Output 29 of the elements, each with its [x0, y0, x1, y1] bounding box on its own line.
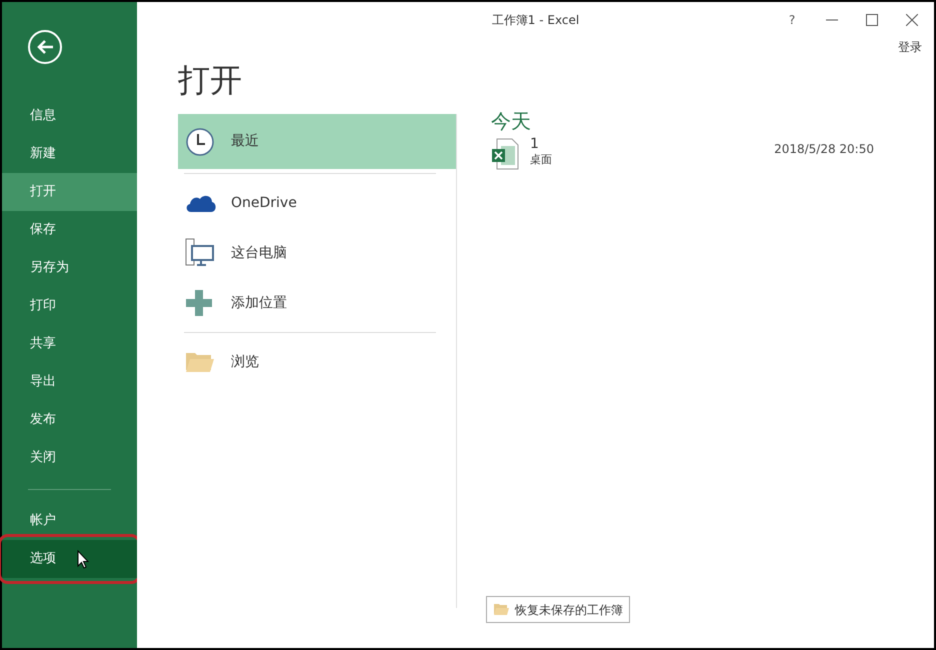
- sidebar-item[interactable]: 打开: [2, 173, 137, 211]
- maximize-icon[interactable]: [866, 14, 878, 26]
- recent-file-item[interactable]: 1 桌面 2018/5/28 20:50: [491, 136, 874, 170]
- place-item[interactable]: 这台电脑: [178, 228, 456, 278]
- folder-icon: [493, 603, 509, 616]
- place-item[interactable]: 浏览: [178, 337, 456, 387]
- help-button[interactable]: ?: [774, 11, 810, 29]
- cursor-icon: [77, 550, 89, 569]
- file-date: 2018/5/28 20:50: [774, 141, 874, 158]
- cloud-icon: [185, 193, 217, 213]
- page-title: 打开: [178, 60, 243, 100]
- place-item[interactable]: OneDrive: [178, 178, 456, 228]
- recover-unsaved-button[interactable]: 恢复未保存的工作簿: [486, 596, 630, 623]
- computer-icon: [185, 238, 215, 268]
- excel-file-icon: [491, 138, 519, 170]
- place-item[interactable]: 添加位置: [178, 278, 456, 328]
- close-icon[interactable]: [906, 14, 918, 26]
- back-arrow-icon: [36, 39, 54, 55]
- clock-icon: [185, 126, 215, 156]
- sidebar-item[interactable]: 选项: [2, 540, 137, 578]
- sign-in-link[interactable]: 登录: [898, 38, 922, 56]
- file-location: 桌面: [530, 152, 552, 168]
- date-group-heading: 今天: [491, 108, 532, 134]
- place-item[interactable]: 最近: [178, 114, 456, 169]
- plus-icon: [185, 289, 213, 317]
- back-button[interactable]: [28, 30, 62, 64]
- window-title: 工作簿1 - Excel: [492, 12, 580, 29]
- folder-icon: [185, 350, 215, 374]
- file-name: 1: [530, 136, 540, 152]
